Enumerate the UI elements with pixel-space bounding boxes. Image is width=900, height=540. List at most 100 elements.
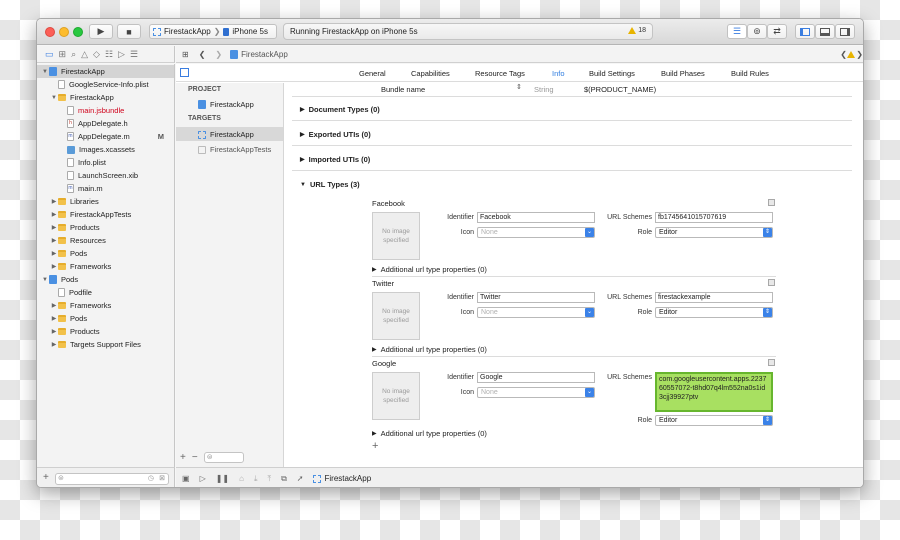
exported-utis-header[interactable]: ▶ Exported UTIs (0)	[300, 130, 371, 139]
target-filter-field[interactable]: ⊜	[203, 451, 244, 463]
related-items-icon[interactable]: ⊞	[182, 50, 189, 59]
disclosure-down-icon[interactable]: ▼	[41, 69, 49, 75]
remove-url-type-button[interactable]	[768, 279, 775, 286]
additional-properties-toggle[interactable]: ▶ Additional url type properties (0)	[372, 345, 487, 354]
disclosure-right-icon[interactable]: ▶	[50, 341, 58, 348]
navigator-item[interactable]: ▶ Products	[37, 325, 174, 338]
icon-select[interactable]: None ⌄	[477, 227, 595, 238]
tab-general[interactable]: General	[359, 69, 386, 78]
additional-properties-toggle[interactable]: ▶ Additional url type properties (0)	[372, 265, 487, 274]
disclosure-down-icon[interactable]: ▼	[50, 95, 58, 101]
tab-capabilities[interactable]: Capabilities	[411, 69, 450, 78]
hide-debug-area-icon[interactable]: ▣	[182, 474, 190, 483]
imported-utis-header[interactable]: ▶ Imported UTIs (0)	[300, 155, 370, 164]
toggle-navigator-button[interactable]	[795, 24, 815, 39]
step-into-icon[interactable]: ⤓	[254, 474, 258, 484]
navigator-item[interactable]: ▶ Resources	[37, 234, 174, 247]
disclosure-right-icon[interactable]: ▶	[50, 224, 58, 231]
disclosure-right-icon[interactable]: ▶	[50, 250, 58, 257]
disclosure-right-icon[interactable]: ▶	[50, 211, 58, 218]
navigator-item[interactable]: ▶ Frameworks	[37, 260, 174, 273]
url-types-header[interactable]: ▼ URL Types (3)	[300, 180, 360, 189]
navigator-item[interactable]: h AppDelegate.h	[37, 117, 174, 130]
issue-warning-icon[interactable]	[847, 51, 855, 58]
navigator-item[interactable]: main.jsbundle	[37, 104, 174, 117]
navigator-item[interactable]: m AppDelegate.m M	[37, 130, 174, 143]
key-stepper-icon[interactable]: ⇕	[516, 83, 522, 91]
tab-build-settings[interactable]: Build Settings	[589, 69, 635, 78]
navigator-item[interactable]: LaunchScreen.xib	[37, 169, 174, 182]
remove-url-type-button[interactable]	[768, 199, 775, 206]
zoom-window-button[interactable]	[73, 27, 83, 37]
assistant-editor-button[interactable]: ⊚	[747, 24, 767, 39]
scheme-selector[interactable]: FirestackApp ❯ iPhone 5s	[149, 24, 277, 39]
recent-files-icon[interactable]: ◷	[148, 474, 154, 482]
search-icon[interactable]: ⌕	[71, 49, 76, 60]
disclosure-right-icon[interactable]: ▶	[50, 328, 58, 335]
previous-issue-icon[interactable]: ❮	[840, 50, 847, 59]
run-button[interactable]: ▶	[89, 24, 113, 39]
tab-info[interactable]: Info	[552, 69, 565, 78]
role-select[interactable]: Editor ⇕	[655, 415, 773, 426]
navigator-item[interactable]: m main.m	[37, 182, 174, 195]
icon-select[interactable]: None ⌄	[477, 387, 595, 398]
remove-url-type-button[interactable]	[768, 359, 775, 366]
navigator-item[interactable]: ▶ Pods	[37, 312, 174, 325]
disclosure-right-icon[interactable]: ▶	[50, 263, 58, 270]
project-item[interactable]: FirestackApp	[198, 100, 254, 109]
navigator-item[interactable]: ▼ Pods	[37, 273, 174, 286]
navigator-item[interactable]: ▶ FirestackAppTests	[37, 208, 174, 221]
warning-badge[interactable]: 18	[628, 27, 646, 34]
disclosure-right-icon[interactable]: ▶	[50, 302, 58, 309]
toggle-utilities-button[interactable]	[835, 24, 855, 39]
add-url-type-button[interactable]: +	[372, 440, 378, 452]
folder-icon[interactable]: ▭	[45, 49, 54, 60]
url-schemes-field[interactable]: com.googleusercontent.apps.223760557072-…	[655, 372, 773, 412]
warning-icon[interactable]: △	[81, 49, 88, 60]
identifier-field[interactable]: Twitter	[477, 292, 595, 303]
remove-target-button[interactable]: −	[192, 452, 198, 463]
icon-image-well[interactable]: No image specified	[372, 292, 420, 340]
document-types-header[interactable]: ▶ Document Types (0)	[300, 105, 380, 114]
add-target-button[interactable]: +	[180, 452, 186, 463]
navigator-item[interactable]: ▶ Pods	[37, 247, 174, 260]
disclosure-right-icon[interactable]: ▶	[50, 237, 58, 244]
navigator-item[interactable]: Images.xcassets	[37, 143, 174, 156]
scheme-target[interactable]: FirestackApp	[164, 27, 211, 36]
identifier-field[interactable]: Google	[477, 372, 595, 383]
identifier-field[interactable]: Facebook	[477, 212, 595, 223]
step-over-icon[interactable]: ⌂	[239, 474, 244, 483]
scheme-device[interactable]: iPhone 5s	[232, 27, 268, 36]
debug-icon[interactable]: ☷	[105, 49, 113, 60]
role-select[interactable]: Editor ⇕	[655, 307, 773, 318]
additional-properties-toggle[interactable]: ▶ Additional url type properties (0)	[372, 429, 487, 438]
target-item[interactable]: FirestackApp	[198, 130, 254, 139]
target-item[interactable]: FirestackAppTests	[198, 145, 271, 154]
url-schemes-field[interactable]: fb1745641015707619	[655, 212, 773, 223]
tab-build-phases[interactable]: Build Phases	[661, 69, 705, 78]
debug-scheme[interactable]: FirestackApp	[324, 474, 371, 483]
view-hierarchy-icon[interactable]: ⧉	[281, 474, 287, 484]
disclosure-right-icon[interactable]: ▶	[50, 315, 58, 322]
location-icon[interactable]: ➚	[297, 474, 304, 483]
jumpbar-file[interactable]: FirestackApp	[241, 50, 288, 59]
navigator-item[interactable]: Podfile	[37, 286, 174, 299]
navigator-item[interactable]: ▼ FirestackApp	[37, 91, 174, 104]
stop-button[interactable]: ■	[117, 24, 141, 39]
navigator-item[interactable]: GoogleService-Info.plist	[37, 78, 174, 91]
navigator-item[interactable]: ▶ Targets Support Files	[37, 338, 174, 351]
bundle-name-key[interactable]: Bundle name	[381, 85, 425, 94]
next-issue-icon[interactable]: ❯	[856, 50, 863, 59]
report-icon[interactable]: ☰	[130, 49, 138, 60]
icon-select[interactable]: None ⌄	[477, 307, 595, 318]
tab-build-rules[interactable]: Build Rules	[731, 69, 769, 78]
pause-icon[interactable]: ❚❚	[216, 474, 229, 483]
navigator-item[interactable]: ▼ FirestackApp	[37, 65, 174, 78]
minimize-window-button[interactable]	[59, 27, 69, 37]
bundle-name-value[interactable]: $(PRODUCT_NAME)	[584, 85, 656, 94]
tab-resource-tags[interactable]: Resource Tags	[475, 69, 525, 78]
back-arrow-icon[interactable]: ❮	[199, 50, 206, 59]
url-schemes-field[interactable]: firestackexample	[655, 292, 773, 303]
icon-image-well[interactable]: No image specified	[372, 372, 420, 420]
scm-filter-icon[interactable]: ⊠	[159, 474, 165, 482]
